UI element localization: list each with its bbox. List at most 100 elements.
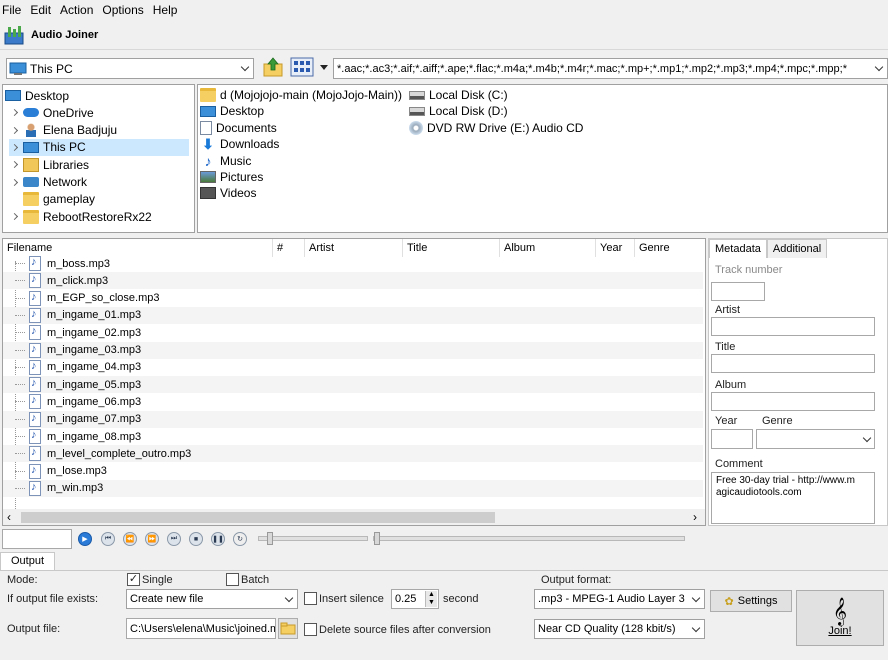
join-button[interactable]: 𝄞 Join! bbox=[796, 590, 884, 646]
folder-item-music[interactable]: ♪ Music bbox=[200, 153, 252, 169]
tree-item-desktop[interactable]: Desktop bbox=[5, 87, 69, 104]
menu-action[interactable]: Action bbox=[57, 0, 99, 20]
horizontal-scrollbar[interactable]: ‹ › bbox=[3, 509, 705, 525]
skip-end-icon[interactable]: ⏭ bbox=[167, 532, 181, 546]
folder-tree[interactable]: Desktop OneDrive Elena Badjuju This PC Libra… bbox=[2, 84, 195, 233]
table-row[interactable]: m_boss.mp3 bbox=[3, 255, 703, 272]
rewind-icon[interactable]: ⏪ bbox=[123, 532, 137, 546]
browse-folder-icon[interactable] bbox=[278, 618, 298, 639]
tab-metadata[interactable]: Metadata bbox=[709, 239, 767, 258]
table-row[interactable]: m_level_complete_outro.mp3 bbox=[3, 445, 703, 463]
track-number-input[interactable] bbox=[711, 282, 765, 301]
tree-item-network[interactable]: Network bbox=[9, 174, 87, 191]
delete-source-checkbox[interactable] bbox=[304, 623, 317, 636]
tree-branch bbox=[15, 366, 25, 368]
table-row[interactable]: m_ingame_08.mp3 bbox=[3, 428, 703, 445]
spin-arrows-icon[interactable]: ▲ ▼ bbox=[425, 591, 437, 607]
folder-item-documents[interactable]: Documents bbox=[200, 120, 277, 136]
filename-cell: m_ingame_04.mp3 bbox=[47, 361, 142, 374]
chevron-right-icon[interactable] bbox=[9, 160, 19, 170]
scroll-right-icon[interactable]: › bbox=[693, 510, 697, 524]
single-checkbox[interactable]: ✓ bbox=[127, 573, 140, 586]
folder-item-desktop[interactable]: Desktop bbox=[200, 103, 264, 119]
tree-item-gameplay[interactable]: gameplay bbox=[9, 191, 95, 208]
file-filter-combo[interactable]: *.aac;*.ac3;*.aif;*.aiff;*.ape;*.flac;*.… bbox=[333, 58, 888, 79]
view-mode-icon[interactable] bbox=[290, 56, 316, 78]
up-folder-icon[interactable] bbox=[262, 56, 284, 78]
table-row[interactable]: m_EGP_so_close.mp3 bbox=[3, 290, 703, 307]
tree-item-rebootrestorerx22[interactable]: RebootRestoreRx22 bbox=[9, 208, 152, 225]
seek-thumb[interactable] bbox=[374, 532, 380, 545]
tree-item-elena-badjuju[interactable]: Elena Badjuju bbox=[9, 122, 117, 139]
folder-item-label: Videos bbox=[220, 186, 257, 201]
album-input[interactable] bbox=[711, 392, 875, 411]
chevron-right-icon[interactable] bbox=[9, 212, 19, 222]
quality-select[interactable]: Near CD Quality (128 kbit/s) bbox=[534, 619, 705, 639]
menu-edit[interactable]: Edit bbox=[27, 0, 57, 20]
year-input[interactable] bbox=[711, 429, 753, 449]
tree-item-libraries[interactable]: Libraries bbox=[9, 156, 89, 173]
loop-icon[interactable]: ↻ bbox=[233, 532, 247, 546]
filename-cell: m_lose.mp3 bbox=[47, 465, 107, 478]
fast-forward-icon[interactable]: ⏩ bbox=[145, 532, 159, 546]
volume-thumb[interactable] bbox=[267, 532, 273, 545]
table-row[interactable]: m_ingame_01.mp3 bbox=[3, 306, 703, 324]
view-dropdown-icon[interactable] bbox=[319, 64, 329, 72]
output-file-input[interactable]: C:\Users\elena\Music\joined.mp bbox=[126, 618, 276, 639]
tab-additional[interactable]: Additional bbox=[766, 239, 828, 258]
chevron-right-icon[interactable] bbox=[9, 108, 19, 118]
audio-file-icon bbox=[29, 256, 41, 271]
stop-icon[interactable]: ■ bbox=[189, 532, 203, 546]
menu-file[interactable]: File bbox=[0, 0, 27, 20]
table-row[interactable]: m_ingame_04.mp3 bbox=[3, 359, 703, 376]
table-row[interactable]: m_lose.mp3 bbox=[3, 463, 703, 480]
table-row[interactable]: m_ingame_05.mp3 bbox=[3, 376, 703, 394]
skip-start-icon[interactable]: ⏮ bbox=[101, 532, 115, 546]
pc-icon bbox=[9, 62, 27, 75]
play-icon[interactable]: ▶ bbox=[78, 532, 92, 546]
scroll-thumb[interactable] bbox=[21, 512, 495, 523]
folder-item-videos[interactable]: Videos bbox=[200, 185, 256, 201]
cloud-icon bbox=[23, 108, 39, 118]
output-exists-select[interactable]: Create new file bbox=[126, 589, 298, 609]
comment-textarea[interactable]: Free 30-day trial - http://www.magicaudi… bbox=[711, 472, 875, 524]
menu-options[interactable]: Options bbox=[99, 0, 149, 20]
chevron-right-icon[interactable] bbox=[9, 125, 19, 135]
silence-input[interactable]: 0.25 ▲ ▼ bbox=[391, 589, 439, 609]
folder-item-dvd-rw-drive-e-audio-cd[interactable]: DVD RW Drive (E:) Audio CD bbox=[409, 120, 583, 136]
tab-output[interactable]: Output bbox=[0, 552, 56, 570]
insert-silence-checkbox[interactable] bbox=[304, 592, 317, 605]
folder-item-d-mojojojo-main-mojojojo-main[interactable]: d (Mojojojo-main (MojoJojo-Main)) bbox=[200, 87, 402, 103]
file-grid[interactable]: Filename#ArtistTitleAlbumYearGenre m_bos… bbox=[2, 238, 706, 526]
tree-item-this-pc[interactable]: This PC bbox=[9, 138, 189, 156]
tree-branch bbox=[15, 401, 25, 403]
audio-joiner-button[interactable]: Audio Joiner bbox=[3, 22, 107, 48]
artist-input[interactable] bbox=[711, 317, 875, 336]
folder-item-local-disk-c[interactable]: Local Disk (C:) bbox=[409, 87, 508, 103]
tree-item-onedrive[interactable]: OneDrive bbox=[9, 104, 94, 121]
chevron-right-icon[interactable] bbox=[9, 142, 19, 152]
chevron-right-icon[interactable] bbox=[9, 177, 19, 187]
table-row[interactable]: m_ingame_03.mp3 bbox=[3, 341, 703, 359]
folder-contents[interactable]: d (Mojojojo-main (MojoJojo-Main)) Desktop… bbox=[197, 84, 888, 233]
pause-icon[interactable]: ❚❚ bbox=[211, 532, 225, 546]
title-input[interactable] bbox=[711, 354, 875, 373]
folder-item-local-disk-d[interactable]: Local Disk (D:) bbox=[409, 103, 508, 119]
format-select[interactable]: .mp3 - MPEG-1 Audio Layer 3 bbox=[534, 589, 705, 609]
seek-slider[interactable] bbox=[373, 532, 685, 545]
genre-select[interactable] bbox=[756, 429, 875, 449]
batch-checkbox[interactable] bbox=[226, 573, 239, 586]
table-row[interactable]: m_ingame_06.mp3 bbox=[3, 393, 703, 410]
location-combo[interactable]: This PC bbox=[6, 58, 254, 79]
table-row[interactable]: m_click.mp3 bbox=[3, 272, 703, 290]
folder-item-downloads[interactable]: ⬇ Downloads bbox=[200, 136, 279, 152]
volume-slider[interactable] bbox=[258, 532, 368, 545]
genre-label: Genre bbox=[762, 415, 793, 427]
folder-item-pictures[interactable]: Pictures bbox=[200, 169, 263, 185]
table-row[interactable]: m_ingame_02.mp3 bbox=[3, 324, 703, 341]
table-row[interactable]: m_ingame_07.mp3 bbox=[3, 410, 703, 428]
settings-button[interactable]: ✿ Settings bbox=[710, 590, 792, 612]
scroll-left-icon[interactable]: ‹ bbox=[7, 510, 11, 524]
table-row[interactable]: m_win.mp3 bbox=[3, 479, 703, 497]
menu-help[interactable]: Help bbox=[150, 0, 184, 20]
